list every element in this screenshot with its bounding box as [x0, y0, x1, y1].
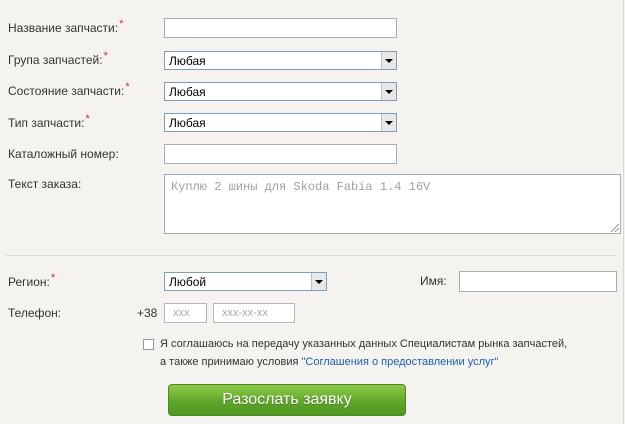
order-text-label: Текст заказа:: [8, 177, 82, 191]
part-name-label: Название запчасти:*: [8, 18, 124, 35]
consent-checkbox[interactable]: [143, 339, 154, 350]
order-text-placeholder: Куплю 2 шины для Skoda Fabia 1.4 16V: [171, 180, 431, 194]
required-mark: *: [125, 81, 130, 93]
phone-label: Телефон:: [8, 306, 62, 320]
consent-line1: Я соглашаюсь на передачу указанных данны…: [160, 338, 568, 350]
consent-line2-text: а также принимаю условия: [160, 356, 302, 368]
part-type-select[interactable]: Любая: [164, 113, 397, 132]
part-group-label: Група запчастей:*: [8, 50, 108, 67]
name-label: Имя:: [420, 274, 447, 288]
part-condition-label: Состояние запчасти:*: [8, 81, 130, 98]
chevron-down-icon[interactable]: [381, 114, 396, 131]
required-mark: *: [85, 113, 90, 125]
part-group-label-text: Група запчастей:: [8, 53, 103, 67]
region-value: Любой: [169, 275, 207, 289]
terms-link[interactable]: "Соглашения о предоставлении услуг": [302, 356, 499, 368]
name-input[interactable]: [459, 271, 617, 292]
region-label-text: Регион:: [8, 275, 50, 289]
chevron-down-icon[interactable]: [311, 273, 326, 290]
resize-handle-icon[interactable]: [611, 224, 619, 232]
phone-number-placeholder: xxx-xx-xx: [222, 307, 268, 319]
phone-code-input[interactable]: xxx: [164, 303, 207, 323]
part-name-label-text: Название запчасти:: [8, 21, 119, 35]
chevron-down-icon[interactable]: [381, 83, 396, 100]
required-mark: *: [103, 50, 108, 62]
catalog-number-input[interactable]: [164, 144, 397, 164]
required-mark: *: [119, 18, 124, 30]
phone-number-input[interactable]: xxx-xx-xx: [213, 303, 295, 323]
region-label: Регион:*: [8, 272, 56, 289]
part-condition-label-text: Состояние запчасти:: [8, 84, 125, 98]
required-mark: *: [50, 272, 56, 284]
catalog-number-label: Каталожный номер:: [8, 147, 119, 161]
part-name-input[interactable]: [164, 18, 397, 38]
chevron-down-icon[interactable]: [381, 52, 396, 69]
submit-button[interactable]: Разослать заявку: [168, 384, 406, 416]
consent-line2: а также принимаю условия "Соглашения о п…: [160, 356, 498, 368]
part-type-value: Любая: [169, 116, 206, 130]
part-group-select[interactable]: Любая: [164, 51, 397, 70]
part-type-label: Тип запчасти:*: [8, 113, 90, 130]
phone-code-placeholder: xxx: [173, 307, 190, 319]
form-panel: Название запчасти:* Група запчастей:* Лю…: [0, 0, 624, 424]
divider: [6, 255, 617, 256]
part-condition-select[interactable]: Любая: [164, 82, 397, 101]
part-group-value: Любая: [169, 54, 206, 68]
phone-prefix: +38: [137, 306, 158, 320]
order-text-textarea[interactable]: Куплю 2 шины для Skoda Fabia 1.4 16V: [164, 174, 621, 234]
part-type-label-text: Тип запчасти:: [8, 116, 85, 130]
region-select[interactable]: Любой: [164, 272, 327, 291]
part-condition-value: Любая: [169, 85, 206, 99]
